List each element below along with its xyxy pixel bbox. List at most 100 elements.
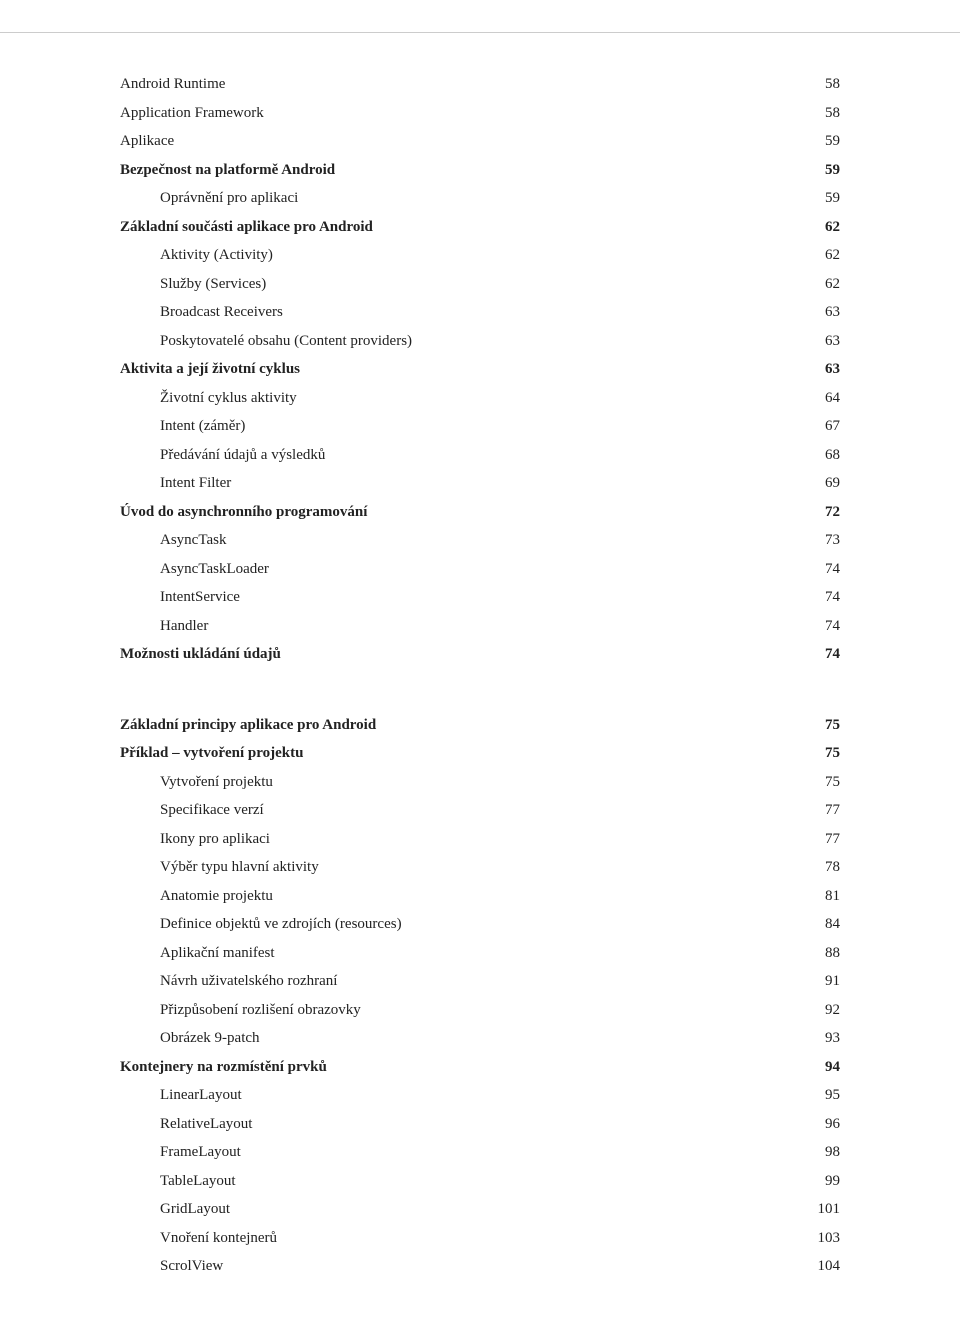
toc-label: Definice objektů ve zdrojích (resources): [160, 913, 402, 936]
toc-entry: Aktivity (Activity) 62: [120, 244, 840, 267]
toc-entry: Životní cyklus aktivity 64: [120, 387, 840, 410]
toc-label: Kontejnery na rozmístění prvků: [120, 1056, 327, 1079]
toc-entry: Definice objektů ve zdrojích (resources)…: [120, 913, 840, 936]
toc-label: Application Framework: [120, 102, 264, 125]
toc-label: Android Runtime: [120, 73, 225, 96]
toc-entry: RelativeLayout96: [120, 1113, 840, 1136]
toc-label: Aktivity (Activity): [160, 244, 273, 267]
toc-dots: [306, 372, 809, 373]
toc-label: Přizpůsobení rozlišení obrazovky: [160, 999, 361, 1022]
toc-page-number: 62: [825, 273, 840, 296]
toc-dots: [248, 1098, 809, 1099]
toc-entry: ScrolView104: [120, 1255, 840, 1278]
toc-page-number: 91: [825, 970, 840, 993]
toc-dots: [229, 1269, 801, 1270]
toc-page-number: 59: [825, 159, 840, 182]
toc-page-number: 64: [825, 387, 840, 410]
toc-page-number: 75: [825, 714, 840, 737]
toc-dots: [279, 785, 809, 786]
toc-entry: Úvod do asynchronního programování72: [120, 501, 840, 524]
toc-label: Aktivita a její životní cyklus: [120, 358, 300, 381]
toc-label: Základní součásti aplikace pro Android: [120, 216, 373, 239]
toc-label: Obrázek 9-patch: [160, 1027, 260, 1050]
toc-label: Výběr typu hlavní aktivity: [160, 856, 319, 879]
toc-page-number: 69: [825, 472, 840, 495]
toc-page-number: 73: [825, 529, 840, 552]
toc-label: Aplikační manifest: [160, 942, 275, 965]
toc-dots: [279, 899, 809, 900]
toc-entry: Vnoření kontejnerů103: [120, 1227, 840, 1250]
toc-page-number: 74: [825, 558, 840, 581]
toc-dots: [331, 458, 809, 459]
toc-page-number: 84: [825, 913, 840, 936]
toc-entry: Základní principy aplikace pro Android 75: [120, 714, 840, 737]
toc-dots: [231, 87, 809, 88]
toc-entry: Intent (záměr)67: [120, 415, 840, 438]
toc-entry: AsyncTaskLoader74: [120, 558, 840, 581]
toc-label: Životní cyklus aktivity: [160, 387, 297, 410]
toc-entry: Možnosti ukládání údajů74: [120, 643, 840, 666]
page-header: [0, 0, 960, 33]
toc-page-number: 62: [825, 216, 840, 239]
toc-page-number: 104: [818, 1255, 841, 1278]
toc-page-number: 75: [825, 771, 840, 794]
toc-dots: [281, 956, 809, 957]
toc-entry: Specifikace verzí77: [120, 799, 840, 822]
toc-entry: Bezpečnost na platformě Android 59: [120, 159, 840, 182]
toc-dots: [287, 657, 809, 658]
toc-entry: IntentService74: [120, 586, 840, 609]
toc-entry: Oprávnění pro aplikaci 59: [120, 187, 840, 210]
toc-entry: Výběr typu hlavní aktivity78: [120, 856, 840, 879]
toc-dots: [279, 258, 809, 259]
toc-label: Bezpečnost na platformě Android: [120, 159, 335, 182]
toc-dots: [266, 1041, 809, 1042]
toc-label: Aplikace: [120, 130, 174, 153]
toc-label: IntentService: [160, 586, 240, 609]
toc-dots: [276, 842, 809, 843]
toc-entry: Handler74: [120, 615, 840, 638]
toc-entry: Android Runtime 58: [120, 73, 840, 96]
toc-dots: [343, 984, 809, 985]
toc-page-number: 88: [825, 942, 840, 965]
toc-page-number: 62: [825, 244, 840, 267]
toc-page-number: 101: [818, 1198, 841, 1221]
toc-page-number: 92: [825, 999, 840, 1022]
toc-page-number: 63: [825, 358, 840, 381]
toc-page-number: 95: [825, 1084, 840, 1107]
toc-label: Příklad – vytvoření projektu: [120, 742, 303, 765]
toc-dots: [418, 344, 809, 345]
toc-entry: Aktivita a její životní cyklus 63: [120, 358, 840, 381]
toc-dots: [272, 287, 809, 288]
toc-entry: AsyncTask73: [120, 529, 840, 552]
toc-entry: Předávání údajů a výsledků68: [120, 444, 840, 467]
toc-entries-2: Základní principy aplikace pro Android 75…: [120, 714, 840, 1278]
toc-dots: [258, 1127, 809, 1128]
toc-dots: [232, 543, 809, 544]
toc-entry: Ikony pro aplikaci77: [120, 828, 840, 851]
toc-page-number: 103: [818, 1227, 841, 1250]
toc-page-number: 63: [825, 330, 840, 353]
toc-entry: LinearLayout95: [120, 1084, 840, 1107]
toc-dots: [379, 230, 809, 231]
toc-page-number: 72: [825, 501, 840, 524]
toc-page-number: 58: [825, 73, 840, 96]
toc-entry: Poskytovatelé obsahu (Content providers)…: [120, 330, 840, 353]
toc-entry: Anatomie projektu81: [120, 885, 840, 908]
toc-entry: Broadcast Receivers63: [120, 301, 840, 324]
toc-entry: Application Framework58: [120, 102, 840, 125]
toc-page-number: 94: [825, 1056, 840, 1079]
toc-label: Intent (záměr): [160, 415, 245, 438]
toc-label: Vytvoření projektu: [160, 771, 273, 794]
toc-label: Oprávnění pro aplikaci: [160, 187, 298, 210]
toc-dots: [237, 486, 809, 487]
toc-dots: [341, 173, 809, 174]
toc-page-number: 75: [825, 742, 840, 765]
toc-entry: Vytvoření projektu 75: [120, 771, 840, 794]
toc-page-number: 77: [825, 828, 840, 851]
toc-label: Základní principy aplikace pro Android: [120, 714, 376, 737]
toc-dots: [283, 1241, 801, 1242]
toc-entry: Služby (Services)62: [120, 273, 840, 296]
toc-dots: [373, 515, 809, 516]
toc-page-number: 59: [825, 187, 840, 210]
toc-page-number: 63: [825, 301, 840, 324]
